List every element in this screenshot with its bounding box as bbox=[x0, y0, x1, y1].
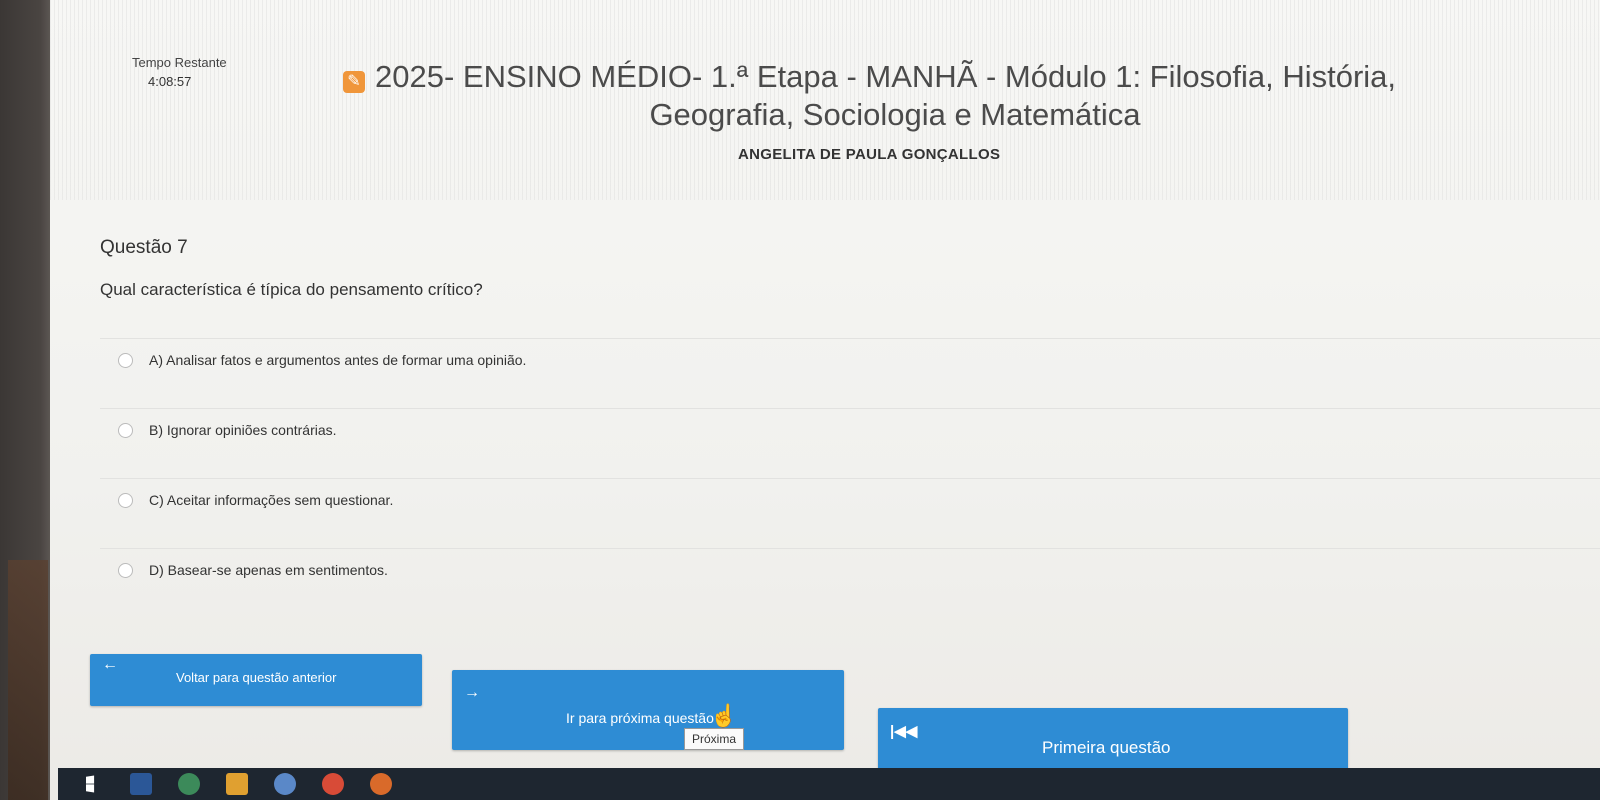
radio-d[interactable] bbox=[118, 562, 133, 578]
exam-title: 2025- ENSINO MÉDIO- 1.ª Etapa - MANHÃ - … bbox=[370, 58, 1590, 134]
previous-question-label: Voltar para questão anterior bbox=[176, 670, 337, 685]
option-c-label: C) Aceitar informações sem questionar. bbox=[149, 492, 394, 508]
option-a[interactable]: A) Analisar fatos e argumentos antes de … bbox=[100, 338, 1600, 381]
edge-icon[interactable] bbox=[274, 773, 296, 795]
next-question-button[interactable]: → Ir para próxima questão bbox=[452, 670, 844, 750]
student-name: ANGELITA DE PAULA GONÇALLOS bbox=[738, 146, 1001, 163]
exam-title-line1: 2025- ENSINO MÉDIO- 1.ª Etapa - MANHÃ - … bbox=[375, 59, 1397, 94]
option-b-label: B) Ignorar opiniões contrárias. bbox=[149, 422, 337, 438]
edit-icon: ✎ bbox=[343, 71, 365, 93]
first-question-label: Primeira questão bbox=[1042, 738, 1171, 757]
next-tooltip: Próxima bbox=[684, 728, 745, 750]
windows-start-icon[interactable] bbox=[86, 775, 95, 793]
option-c[interactable]: C) Aceitar informações sem questionar. bbox=[100, 478, 1600, 521]
option-d[interactable]: D) Basear-se apenas em sentimentos. bbox=[100, 548, 1600, 591]
skip-first-icon: |◀◀ bbox=[890, 723, 918, 740]
previous-question-button[interactable]: ← Voltar para questão anterior bbox=[90, 654, 422, 706]
option-a-label: A) Analisar fatos e argumentos antes de … bbox=[149, 352, 527, 368]
option-b[interactable]: B) Ignorar opiniões contrárias. bbox=[100, 408, 1600, 451]
file-explorer-icon[interactable] bbox=[226, 773, 248, 795]
question-text: Qual característica é típica do pensamen… bbox=[100, 280, 483, 299]
radio-a[interactable] bbox=[118, 352, 133, 368]
question-number: Questão 7 bbox=[100, 237, 188, 258]
radio-b[interactable] bbox=[118, 422, 133, 438]
app-icon[interactable] bbox=[178, 773, 200, 795]
exam-screen: Tempo Restante 4:08:57 ✎ 2025- ENSINO MÉ… bbox=[50, 0, 1600, 800]
timer-value: 4:08:57 bbox=[148, 74, 192, 89]
app-icon-2[interactable] bbox=[370, 773, 392, 795]
exam-title-line2: Geografia, Sociologia e Matemática bbox=[649, 97, 1141, 132]
option-d-label: D) Basear-se apenas em sentimentos. bbox=[149, 562, 388, 578]
taskbar bbox=[58, 768, 1600, 800]
hand-cursor-icon: ☝ bbox=[710, 703, 738, 728]
word-app-icon[interactable] bbox=[130, 773, 152, 795]
chrome-icon[interactable] bbox=[322, 773, 344, 795]
radio-c[interactable] bbox=[118, 492, 133, 508]
arrow-right-icon: → bbox=[464, 684, 480, 701]
timer-label: Tempo Restante bbox=[132, 55, 227, 70]
arrow-left-icon: ← bbox=[102, 656, 118, 673]
next-question-label: Ir para próxima questão bbox=[566, 710, 714, 726]
